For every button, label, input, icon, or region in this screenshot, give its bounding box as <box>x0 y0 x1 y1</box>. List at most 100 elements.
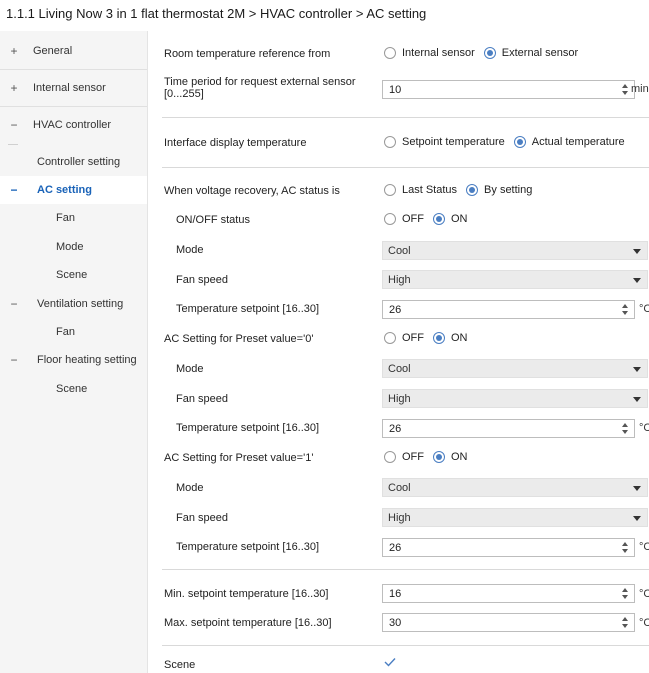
sidebar-item-internal-sensor[interactable]: + Internal sensor <box>0 74 147 102</box>
max-setpoint-label: Max. setpoint temperature [16..30] <box>164 617 332 629</box>
unit-label: °C <box>639 422 649 434</box>
radio-label: ON <box>451 332 468 344</box>
min-setpoint-label: Min. setpoint temperature [16..30] <box>164 588 329 600</box>
time-period-input[interactable]: 10 <box>382 80 635 99</box>
sidebar-item-mode[interactable]: Mode <box>0 233 147 261</box>
mode-select[interactable]: Cool <box>382 241 648 260</box>
input-value: 10 <box>389 84 402 96</box>
sidebar-item-label: Scene <box>56 383 88 395</box>
increment-icon[interactable] <box>622 617 628 621</box>
fan-speed-select[interactable]: High <box>382 389 648 408</box>
divider <box>162 167 649 168</box>
collapse-icon: − <box>10 118 18 132</box>
radio-last-status[interactable] <box>384 184 396 196</box>
radio-label: By setting <box>484 184 533 196</box>
radio-label: OFF <box>402 332 424 344</box>
temperature-setpoint-label: Temperature setpoint [16..30] <box>176 303 320 315</box>
radio-off[interactable] <box>384 451 396 463</box>
radio-internal-sensor[interactable] <box>384 47 396 59</box>
divider <box>0 69 147 70</box>
select-value: High <box>388 274 411 286</box>
chevron-down-icon <box>633 278 641 283</box>
max-setpoint-input[interactable]: 30 <box>382 613 635 632</box>
sidebar-item-hvac-controller[interactable]: − HVAC controller <box>0 111 147 139</box>
input-value: 30 <box>389 617 402 629</box>
sidebar-item-floor-heating-setting[interactable]: − Floor heating setting <box>0 346 147 374</box>
decrement-icon[interactable] <box>622 549 628 553</box>
room-temp-ref-radio-group: Internal sensor External sensor <box>384 47 587 59</box>
increment-icon[interactable] <box>622 304 628 308</box>
sidebar-item-general[interactable]: + General <box>0 37 147 65</box>
divider <box>0 106 147 107</box>
temperature-setpoint-input[interactable]: 26 <box>382 300 635 319</box>
checkmark-icon <box>384 658 396 667</box>
radio-by-setting[interactable] <box>466 184 479 196</box>
time-period-label: Time period for request external sensor … <box>164 76 356 100</box>
scene-checkbox[interactable] <box>384 657 396 667</box>
divider <box>162 645 649 646</box>
increment-icon[interactable] <box>622 588 628 592</box>
decrement-icon[interactable] <box>622 430 628 434</box>
divider <box>162 117 649 118</box>
sidebar-item-label: Scene <box>56 269 88 281</box>
radio-on[interactable] <box>433 213 445 225</box>
min-setpoint-input[interactable]: 16 <box>382 584 635 603</box>
chevron-down-icon <box>633 397 641 402</box>
radio-label: Internal sensor <box>402 47 475 59</box>
voltage-recovery-radio-group: Last Status By setting <box>384 184 541 196</box>
sidebar-item-label: Ventilation setting <box>37 298 124 310</box>
interface-display-label: Interface display temperature <box>164 137 307 149</box>
preset0-radio-group: OFF ON <box>384 332 477 344</box>
collapse-icon: − <box>10 297 18 311</box>
scene-label: Scene <box>164 659 196 671</box>
radio-setpoint-temperature[interactable] <box>384 136 396 148</box>
sidebar-item-ventilation-setting[interactable]: − Ventilation setting <box>0 290 147 318</box>
sidebar-item-floor-scene[interactable]: Scene <box>0 375 147 403</box>
sidebar-item-label: Controller setting <box>37 156 121 168</box>
sidebar-item-label: Floor heating setting <box>37 354 137 366</box>
temperature-setpoint-input[interactable]: 26 <box>382 538 635 557</box>
increment-icon[interactable] <box>622 542 628 546</box>
onoff-status-radio-group: OFF ON <box>384 213 477 225</box>
fan-speed-label: Fan speed <box>176 393 228 405</box>
mode-label: Mode <box>176 363 204 375</box>
mode-select[interactable]: Cool <box>382 478 648 497</box>
collapse-icon: − <box>10 353 18 367</box>
fan-speed-select[interactable]: High <box>382 270 648 289</box>
select-value: Cool <box>388 482 411 494</box>
input-value: 26 <box>389 542 402 554</box>
sidebar-item-ventilation-fan[interactable]: Fan <box>0 318 147 346</box>
radio-external-sensor[interactable] <box>483 47 496 59</box>
fan-speed-select[interactable]: High <box>382 508 648 527</box>
radio-on[interactable] <box>433 332 445 344</box>
temperature-setpoint-input[interactable]: 26 <box>382 419 635 438</box>
sidebar-item-fan[interactable]: Fan <box>0 204 147 232</box>
radio-off[interactable] <box>384 213 396 225</box>
tree-branch <box>8 144 18 145</box>
room-temp-ref-label: Room temperature reference from <box>164 48 331 60</box>
increment-icon[interactable] <box>622 423 628 427</box>
select-value: Cool <box>388 245 411 257</box>
mode-select[interactable]: Cool <box>382 359 648 378</box>
increment-icon[interactable] <box>622 84 628 88</box>
radio-label: OFF <box>402 451 424 463</box>
decrement-icon[interactable] <box>622 91 628 95</box>
decrement-icon[interactable] <box>622 311 628 315</box>
radio-label: ON <box>451 213 468 225</box>
voltage-recovery-label: When voltage recovery, AC status is <box>164 185 340 197</box>
sidebar-item-scene[interactable]: Scene <box>0 261 147 289</box>
preset0-label: AC Setting for Preset value='0' <box>164 333 314 345</box>
chevron-down-icon <box>633 249 641 254</box>
expand-icon: + <box>10 81 18 95</box>
sidebar-item-controller-setting[interactable]: Controller setting <box>0 148 147 176</box>
radio-on[interactable] <box>433 451 445 463</box>
radio-actual-temperature[interactable] <box>513 136 526 148</box>
decrement-icon[interactable] <box>622 624 628 628</box>
chevron-down-icon <box>633 516 641 521</box>
divider <box>162 569 649 570</box>
sidebar-item-label: Mode <box>56 241 84 253</box>
chevron-down-icon <box>633 486 641 491</box>
radio-off[interactable] <box>384 332 396 344</box>
decrement-icon[interactable] <box>622 595 628 599</box>
sidebar-item-ac-setting[interactable]: − AC setting <box>0 176 147 204</box>
